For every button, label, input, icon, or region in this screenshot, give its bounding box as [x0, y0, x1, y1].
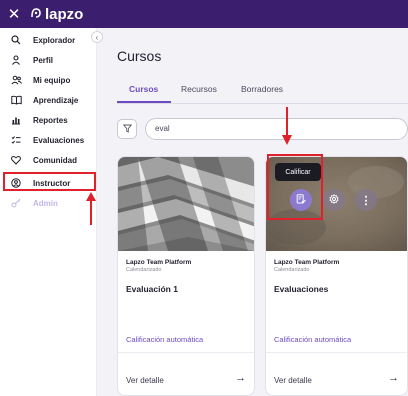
key-icon — [8, 198, 24, 208]
settings-button[interactable] — [323, 189, 345, 211]
main-content: Cursos Cursos Recursos Borradores eval L… — [97, 28, 408, 396]
search-input[interactable]: eval — [145, 118, 408, 140]
user-icon — [8, 55, 24, 65]
course-status: Calendarizado — [274, 267, 310, 273]
sidebar-item-mi-equipo[interactable]: Mi equipo — [0, 70, 97, 90]
sidebar-item-explorador[interactable]: Explorador — [0, 30, 97, 50]
more-options-button[interactable]: ⋮ — [355, 189, 377, 211]
filter-icon — [122, 120, 132, 138]
top-bar: ✕ lapzo — [0, 0, 408, 28]
close-icon[interactable]: ✕ — [0, 0, 28, 28]
sidebar-item-label: Comunidad — [33, 155, 77, 165]
course-status: Calendarizado — [126, 267, 162, 273]
sidebar-item-admin[interactable]: Admin — [0, 193, 97, 213]
team-icon — [8, 75, 24, 85]
book-icon — [8, 95, 24, 105]
grading-type: Calificación automática — [126, 335, 204, 344]
sidebar: Explorador Perfil Mi equipo Aprendizaje … — [0, 28, 97, 396]
sidebar-item-label: Mi equipo — [33, 75, 71, 85]
card-divider — [118, 352, 254, 353]
grade-arrow-annotation — [282, 107, 292, 145]
checklist-icon — [8, 135, 24, 145]
sidebar-item-perfil[interactable]: Perfil — [0, 50, 97, 70]
sidebar-item-aprendizaje[interactable]: Aprendizaje — [0, 90, 97, 110]
tab-borradores[interactable]: Borradores — [241, 84, 283, 94]
tabs-divider — [117, 103, 408, 104]
course-image — [118, 157, 254, 251]
tab-recursos[interactable]: Recursos — [181, 84, 217, 94]
chart-icon — [8, 115, 24, 125]
logo-text: lapzo — [45, 5, 84, 23]
course-title: Evaluación 1 — [126, 284, 178, 294]
logo: lapzo — [30, 6, 83, 23]
course-title: Evaluaciones — [274, 284, 329, 294]
sidebar-item-evaluaciones[interactable]: Evaluaciones — [0, 130, 97, 150]
filter-button[interactable] — [117, 119, 137, 139]
sidebar-item-comunidad[interactable]: Comunidad — [0, 150, 97, 170]
heart-icon — [8, 155, 24, 165]
grade-button-highlight-box — [267, 154, 323, 220]
course-org: Lapzo Team Platform — [274, 259, 340, 266]
arrow-right-icon[interactable]: → — [388, 372, 399, 384]
sidebar-item-label: Evaluaciones — [33, 135, 85, 145]
grading-type: Calificación automática — [274, 335, 352, 344]
chevron-left-icon[interactable]: ‹ — [91, 31, 103, 43]
sidebar-item-reportes[interactable]: Reportes — [0, 110, 97, 130]
course-org: Lapzo Team Platform — [126, 259, 192, 266]
view-detail-link[interactable]: Ver detalle — [126, 376, 164, 385]
sidebar-item-label: Reportes — [33, 115, 68, 125]
arrow-right-icon[interactable]: → — [235, 372, 246, 384]
tab-cursos[interactable]: Cursos — [129, 84, 158, 94]
sidebar-item-label: Admin — [33, 198, 58, 208]
course-card[interactable]: Lapzo Team Platform Calendarizado Evalua… — [117, 156, 255, 396]
page-title: Cursos — [117, 48, 162, 64]
sidebar-item-label: Explorador — [33, 35, 76, 45]
lapzo-logo-icon — [30, 6, 42, 22]
gear-icon — [329, 191, 339, 209]
instructor-arrow-annotation — [86, 192, 96, 225]
sidebar-item-label: Perfil — [33, 55, 54, 65]
view-detail-link[interactable]: Ver detalle — [274, 376, 312, 385]
instructor-highlight-box — [3, 172, 96, 191]
card-divider — [266, 352, 407, 353]
sidebar-item-label: Aprendizaje — [33, 95, 79, 105]
more-vertical-icon: ⋮ — [360, 194, 372, 207]
search-icon — [8, 35, 24, 45]
